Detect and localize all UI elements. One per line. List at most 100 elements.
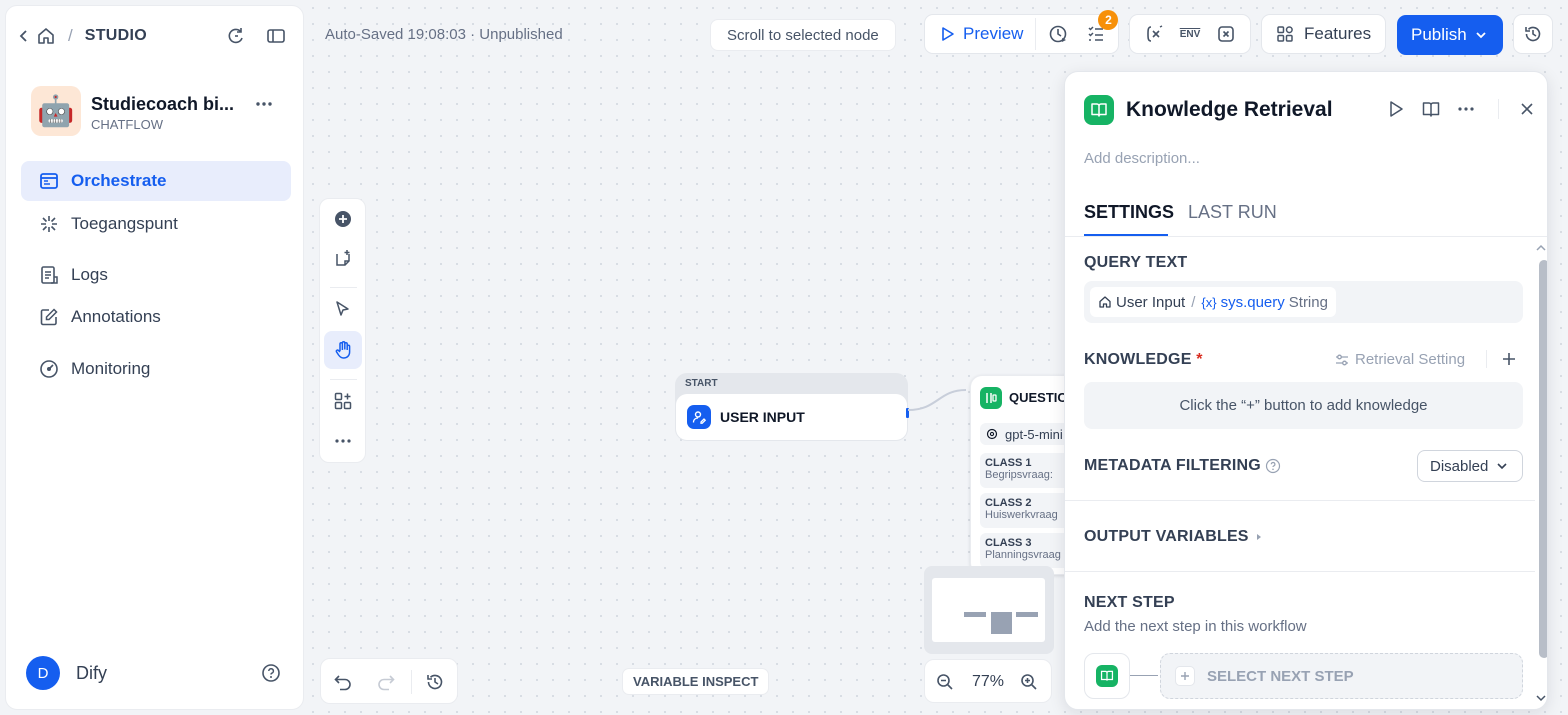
tab-settings[interactable]: SETTINGS — [1084, 202, 1174, 223]
run-toolbar: Preview 2 — [924, 10, 1119, 54]
output-variables-toggle[interactable]: OUTPUT VARIABLES — [1084, 528, 1265, 546]
more-options-icon[interactable] — [334, 432, 352, 450]
variable-chip: User Input / {x} sys.query String — [1090, 287, 1336, 317]
edit-note-icon — [39, 307, 59, 327]
nav-logs[interactable]: Logs — [21, 255, 291, 295]
more-icon[interactable] — [1457, 100, 1475, 118]
features-label: Features — [1304, 24, 1372, 43]
start-node-tag: START — [685, 378, 718, 389]
classifier-title: QUESTIO — [1009, 390, 1068, 405]
publish-label: Publish — [1411, 25, 1467, 44]
nav-label: Annotations — [71, 307, 161, 326]
caret-right-icon — [1253, 531, 1265, 543]
gauge-icon — [39, 359, 59, 379]
variable-icon: {x} — [1201, 294, 1217, 310]
checklist-icon[interactable]: 2 — [1086, 10, 1119, 44]
variable-type: String — [1288, 293, 1328, 311]
metadata-filter-select[interactable]: Disabled — [1417, 450, 1523, 482]
description-input[interactable]: Add description... — [1084, 150, 1200, 167]
undo-icon[interactable] — [333, 672, 353, 692]
conversation-variable-icon[interactable] — [1144, 24, 1164, 44]
add-note-icon[interactable] — [333, 249, 353, 269]
help-book-icon[interactable] — [1422, 100, 1440, 118]
nav-orchestrate[interactable]: Orchestrate — [21, 161, 291, 201]
minimap[interactable] — [924, 566, 1054, 654]
scrollbar-thumb[interactable] — [1539, 260, 1547, 658]
user-name[interactable]: Dify — [76, 663, 107, 684]
retrieval-setting-button[interactable]: Retrieval Setting — [1335, 351, 1465, 368]
play-icon — [941, 26, 955, 42]
edge-connector — [908, 389, 967, 411]
env-icon[interactable]: ENV — [1180, 29, 1201, 40]
document-list-icon — [39, 265, 59, 285]
preview-button[interactable]: Preview — [929, 18, 1037, 50]
hand-icon — [333, 340, 353, 360]
tab-last-run[interactable]: LAST RUN — [1188, 202, 1277, 223]
change-history-icon[interactable] — [425, 672, 445, 692]
info-icon[interactable] — [1265, 458, 1281, 474]
nav-toegangspunt[interactable]: Toegangspunt — [21, 204, 291, 244]
tab-divider — [1065, 236, 1547, 237]
run-node-icon[interactable] — [1387, 100, 1405, 118]
variable-inspect-button[interactable]: VARIABLE INSPECT — [622, 668, 770, 695]
knowledge-book-icon — [1084, 95, 1114, 125]
nav-annotations[interactable]: Annotations — [21, 297, 291, 337]
scroll-to-node-button[interactable]: Scroll to selected node — [710, 19, 896, 51]
add-knowledge-icon[interactable] — [1500, 350, 1518, 368]
current-node-thumb — [1084, 653, 1130, 699]
history-controls — [320, 658, 458, 704]
zoom-out-icon[interactable] — [936, 673, 954, 691]
required-mark: * — [1196, 351, 1203, 368]
divider — [1486, 350, 1487, 368]
run-history-icon[interactable] — [1048, 24, 1068, 44]
model-name: gpt-5-mini — [1005, 426, 1063, 442]
node-settings-panel: Knowledge Retrieval Add description... S… — [1064, 71, 1548, 710]
panel-title[interactable]: Knowledge Retrieval — [1126, 98, 1333, 122]
user-avatar[interactable]: D — [26, 656, 60, 690]
close-icon[interactable] — [1518, 100, 1536, 118]
home-icon — [1098, 295, 1112, 309]
query-variable-field[interactable]: User Input / {x} sys.query String — [1084, 281, 1523, 323]
divider — [330, 379, 357, 380]
help-icon[interactable] — [261, 663, 281, 683]
knowledge-label-text: KNOWLEDGE — [1084, 351, 1192, 368]
metadata-value: Disabled — [1430, 457, 1489, 475]
redo-icon[interactable] — [376, 672, 396, 692]
knowledge-book-icon — [1096, 665, 1118, 687]
minimap-node — [991, 612, 1012, 634]
select-next-step-button[interactable]: SELECT NEXT STEP — [1160, 653, 1523, 699]
user-input-icon — [687, 405, 711, 429]
back-chevron-icon[interactable] — [18, 28, 30, 44]
zoom-in-icon[interactable] — [1020, 673, 1038, 691]
start-node[interactable]: START USER INPUT — [675, 373, 909, 441]
sync-icon[interactable] — [226, 26, 246, 46]
vars-toolbar: ENV — [1129, 14, 1251, 54]
retrieval-setting-label: Retrieval Setting — [1355, 351, 1466, 368]
version-history-button[interactable] — [1513, 14, 1553, 54]
minimap-viewport — [932, 578, 1045, 642]
organize-blocks-icon[interactable] — [334, 392, 352, 410]
add-node-icon[interactable] — [333, 209, 353, 229]
zoom-level[interactable]: 77% — [972, 673, 1004, 691]
hand-tool-button[interactable] — [324, 331, 362, 369]
more-icon[interactable] — [254, 94, 274, 114]
divider — [1065, 500, 1535, 501]
divider — [411, 670, 412, 694]
knowledge-empty-state: Click the “+” button to add knowledge — [1084, 382, 1523, 429]
breadcrumb-title: STUDIO — [84, 27, 147, 44]
nav-label: Toegangspunt — [71, 214, 178, 233]
pointer-icon[interactable] — [334, 300, 352, 318]
scroll-down-arrow[interactable] — [1535, 694, 1547, 702]
start-node-title: USER INPUT — [720, 409, 805, 425]
publish-button[interactable]: Publish — [1397, 15, 1503, 55]
zoom-controls: 77% — [924, 659, 1052, 703]
scroll-up-arrow[interactable] — [1535, 244, 1547, 252]
preview-label: Preview — [963, 24, 1024, 43]
nav-monitoring[interactable]: Monitoring — [21, 349, 291, 389]
app-avatar: 🤖 — [31, 86, 81, 136]
divider — [1065, 571, 1535, 572]
features-button[interactable]: Features — [1261, 14, 1386, 54]
home-icon[interactable] — [36, 26, 56, 46]
sidebar-toggle-icon[interactable] — [266, 26, 286, 46]
global-variable-icon[interactable] — [1216, 24, 1236, 44]
